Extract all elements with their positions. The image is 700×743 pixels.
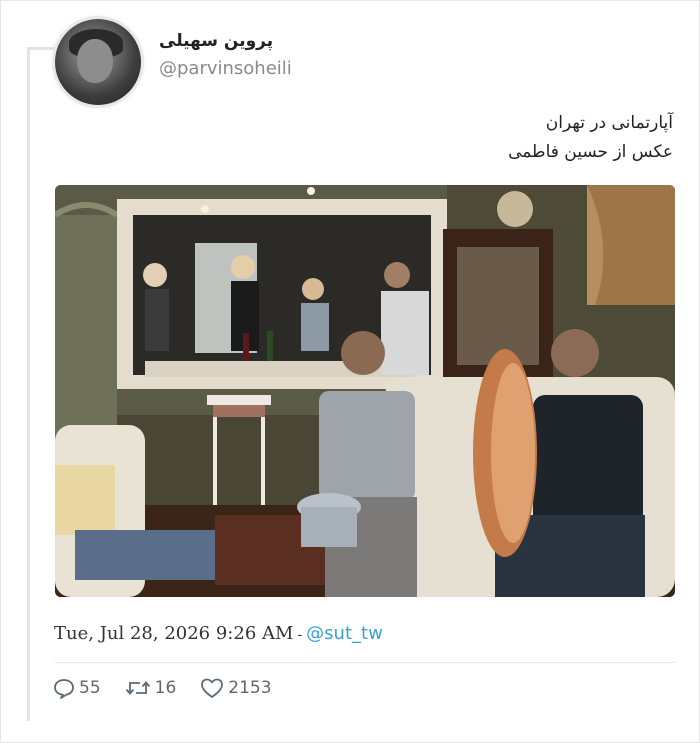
- timestamp[interactable]: Tue, Jul 28, 2026 9:26 AM: [54, 623, 293, 644]
- avatar[interactable]: [55, 19, 141, 105]
- heart-icon: [200, 677, 224, 699]
- like-count: 2153: [228, 678, 272, 698]
- tweet-meta: Tue, Jul 28, 2026 9:26 AM - @sut_tw: [54, 623, 383, 644]
- reply-button[interactable]: 55: [53, 677, 101, 699]
- via-handle-link[interactable]: @sut_tw: [306, 623, 383, 644]
- meta-separator: -: [297, 627, 303, 643]
- photo-illustration: [55, 185, 675, 597]
- retweet-count: 16: [154, 678, 177, 698]
- like-button[interactable]: 2153: [200, 677, 272, 699]
- user-handle[interactable]: @parvinsoheili: [159, 58, 292, 79]
- tweet-text-line: آپارتمانی در تهران: [545, 113, 673, 133]
- reply-count: 55: [79, 678, 101, 698]
- thread-rail: [27, 47, 30, 721]
- display-name[interactable]: پروین سهیلی: [159, 31, 273, 51]
- retweet-icon: [125, 677, 151, 699]
- retweet-button[interactable]: 16: [125, 677, 177, 699]
- thread-rail-branch: [27, 47, 57, 50]
- tweet-actions: 55 16 2153: [53, 675, 272, 701]
- tweet-text: آپارتمانی در تهران عکس از حسین فاطمی: [73, 109, 673, 167]
- tweet-text-line: عکس از حسین فاطمی: [508, 142, 673, 162]
- reply-icon: [53, 677, 75, 699]
- divider: [55, 662, 675, 663]
- tweet-card: پروین سهیلی @parvinsoheili آپارتمانی در …: [0, 0, 700, 743]
- tweet-photo[interactable]: [55, 185, 675, 597]
